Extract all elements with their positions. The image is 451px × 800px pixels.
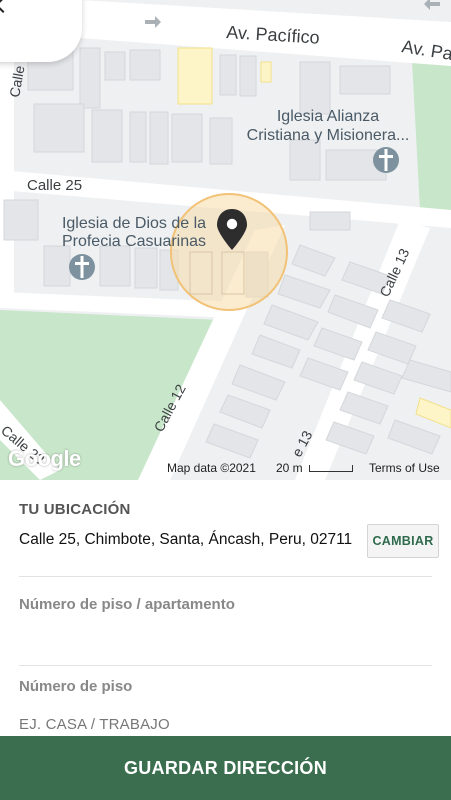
map-canvas[interactable]: Av. Pacífico Av. Pa Calle 25 Calle 12 Ca… [0, 0, 451, 480]
divider [19, 665, 432, 666]
apartment-field-label: Número de piso / apartamento [19, 596, 235, 613]
floor-field-label: Número de piso [19, 678, 133, 695]
divider [19, 576, 432, 577]
apartment-input[interactable] [19, 624, 432, 654]
address-row: Calle 25, Chimbote, Santa, Áncash, Peru,… [19, 524, 439, 558]
poi-label-church-1: Iglesia Alianza [277, 108, 379, 125]
change-address-button[interactable]: CAMBIAR [367, 524, 439, 558]
scale-bar [309, 465, 353, 472]
poi-label-church-2: Iglesia de Dios de la [62, 215, 206, 232]
location-section-title: TU UBICACIÓN [19, 501, 131, 518]
terms-of-use-link[interactable]: Terms of Use [369, 461, 440, 475]
street-label-calle-25: Calle 25 [27, 177, 82, 194]
church-icon [69, 254, 95, 280]
map-footer: Map data ©2021 20 m Terms of Use [0, 459, 451, 479]
save-address-button[interactable]: GUARDAR DIRECCIÓN [0, 736, 451, 800]
scale-label: 20 m [276, 461, 303, 475]
poi-label-church-1-line2: Cristiana y Misionera... [247, 127, 410, 144]
map-data-credit: Map data ©2021 [167, 461, 256, 475]
church-icon [373, 147, 399, 173]
floor-input[interactable] [19, 709, 432, 739]
chevron-left-icon [0, 0, 5, 14]
map-view[interactable]: Av. Pacífico Av. Pa Calle 25 Calle 12 Ca… [0, 0, 451, 480]
back-button[interactable] [0, 0, 82, 62]
address-text: Calle 25, Chimbote, Santa, Áncash, Peru,… [19, 531, 353, 548]
poi-label-church-2-line2: Profecia Casuarinas [62, 233, 206, 250]
